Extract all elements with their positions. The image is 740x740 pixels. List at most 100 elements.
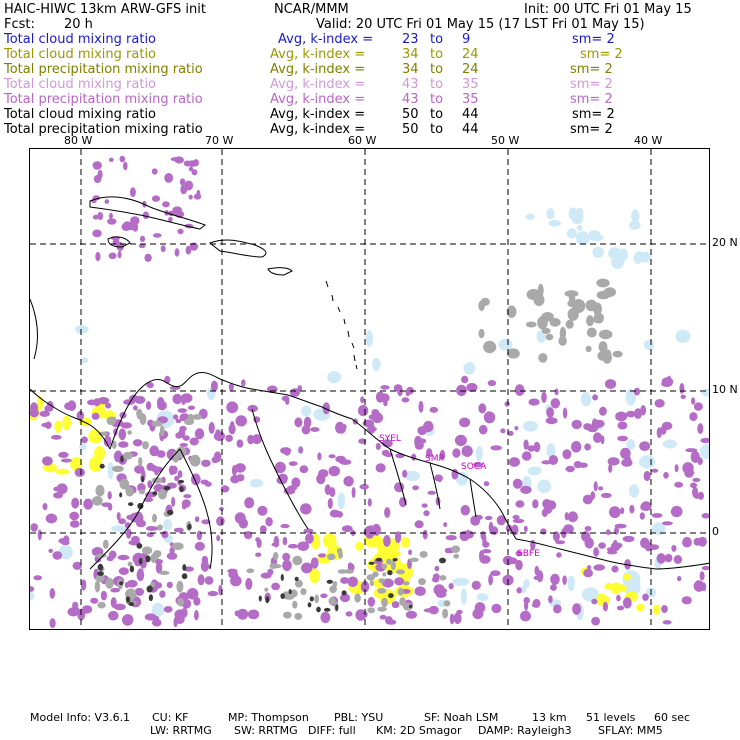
cloud-blob [320, 611, 331, 624]
cloud-blob [49, 588, 56, 599]
cloud-blob [300, 503, 312, 515]
cloud-blob [602, 349, 612, 360]
footer-item: DIFF: full [308, 724, 356, 737]
cloud-blob [292, 555, 303, 566]
cloud-blob [164, 173, 174, 183]
cloud-blob [545, 333, 554, 341]
cloud-blob [461, 445, 473, 458]
cloud-blob [200, 479, 209, 485]
longitude-label: 70 W [205, 134, 234, 147]
cloud-blob [144, 613, 157, 621]
field-k-to: to [430, 47, 444, 62]
cloud-blob [620, 507, 625, 515]
cloud-blob [401, 397, 410, 403]
cloud-blob [375, 463, 386, 473]
cloud-blob [196, 189, 201, 199]
cloud-blob [53, 486, 60, 492]
cloud-blob [419, 551, 428, 558]
cloud-blob [227, 568, 238, 574]
cloud-blob [414, 586, 426, 596]
field-k-end: 24 [462, 47, 479, 62]
cloud-blob [490, 526, 499, 535]
cloud-blob [136, 408, 143, 419]
cloud-blob [105, 402, 112, 409]
cloud-blob [290, 388, 300, 397]
cloud-blob [439, 575, 447, 581]
cloud-blob [480, 297, 490, 306]
cloud-blob [582, 494, 593, 505]
cloud-blob [196, 530, 203, 541]
cloud-blob [543, 506, 552, 514]
cloud-blob [614, 523, 627, 529]
cloud-blob [439, 557, 446, 564]
field-smoothing: sm= 2 [572, 32, 615, 47]
cloud-blob [136, 543, 143, 549]
cloud-blob [118, 441, 129, 448]
cloud-blob [61, 540, 70, 546]
cloud-blob [394, 577, 405, 586]
cloud-blob [284, 395, 290, 405]
cloud-blob [631, 209, 640, 223]
cloud-blob [654, 399, 665, 408]
cloud-blob [701, 566, 709, 571]
cloud-blob [75, 325, 89, 334]
cloud-blob [521, 451, 532, 461]
cloud-blob [541, 391, 547, 403]
cloud-blob [177, 228, 184, 235]
valid-time: Valid: 20 UTC Fri 01 May 15 (17 LST Fri … [316, 17, 645, 32]
cloud-blob [236, 474, 245, 482]
cloud-blob [94, 580, 101, 593]
cloud-blob [174, 475, 180, 482]
cloud-blob [194, 610, 199, 621]
cloud-blob [122, 451, 133, 460]
cloud-blob [367, 596, 376, 607]
cloud-blob [316, 473, 326, 485]
cloud-blob [360, 396, 365, 404]
cloud-blob [213, 431, 225, 442]
cloud-blob [95, 251, 101, 262]
cloud-blob [323, 533, 337, 549]
cloud-blob [234, 463, 246, 473]
cloud-blob [480, 531, 486, 540]
field-avg-label: Avg, k-index = [270, 47, 366, 62]
cloud-blob [422, 529, 428, 540]
cloud-blob [585, 345, 592, 353]
cloud-blob [132, 439, 143, 447]
cloud-blob [163, 519, 173, 531]
cloud-blob [51, 434, 62, 440]
cloud-blob [138, 243, 146, 249]
cloud-blob [49, 618, 56, 629]
cloud-blob [563, 524, 574, 534]
cloud-blob [675, 329, 691, 343]
cloud-blob [271, 582, 280, 591]
init-time: Init: 00 UTC Fri 01 May 15 [524, 2, 692, 17]
cloud-blob [101, 502, 112, 508]
cloud-blob [478, 424, 488, 435]
cloud-blob [465, 530, 474, 539]
cloud-blob [167, 509, 174, 516]
cloud-blob [523, 420, 538, 432]
cloud-blob [616, 594, 621, 602]
cloud-blob [536, 570, 544, 583]
cloud-blob [336, 511, 343, 518]
cloud-blob [356, 610, 368, 619]
longitude-label: 50 W [491, 134, 520, 147]
cloud-blob [245, 578, 253, 590]
field-k-end: 44 [462, 107, 479, 122]
cloud-blob [347, 576, 358, 588]
cloud-blob [260, 572, 272, 579]
cloud-blob [488, 574, 493, 586]
cloud-blob [87, 399, 97, 406]
cloud-blob [72, 601, 79, 610]
cloud-blob [550, 398, 560, 409]
cloud-blob [163, 486, 171, 491]
cloud-blob [314, 594, 320, 604]
cloud-blob [377, 606, 387, 612]
cloud-blob [166, 581, 173, 589]
footer-item: KM: 2D Smagor [376, 724, 462, 737]
cloud-blob [640, 503, 647, 511]
cloud-blob [372, 357, 381, 371]
cloud-blob [88, 456, 103, 472]
cloud-blob [41, 422, 50, 428]
cloud-blob [460, 588, 467, 605]
